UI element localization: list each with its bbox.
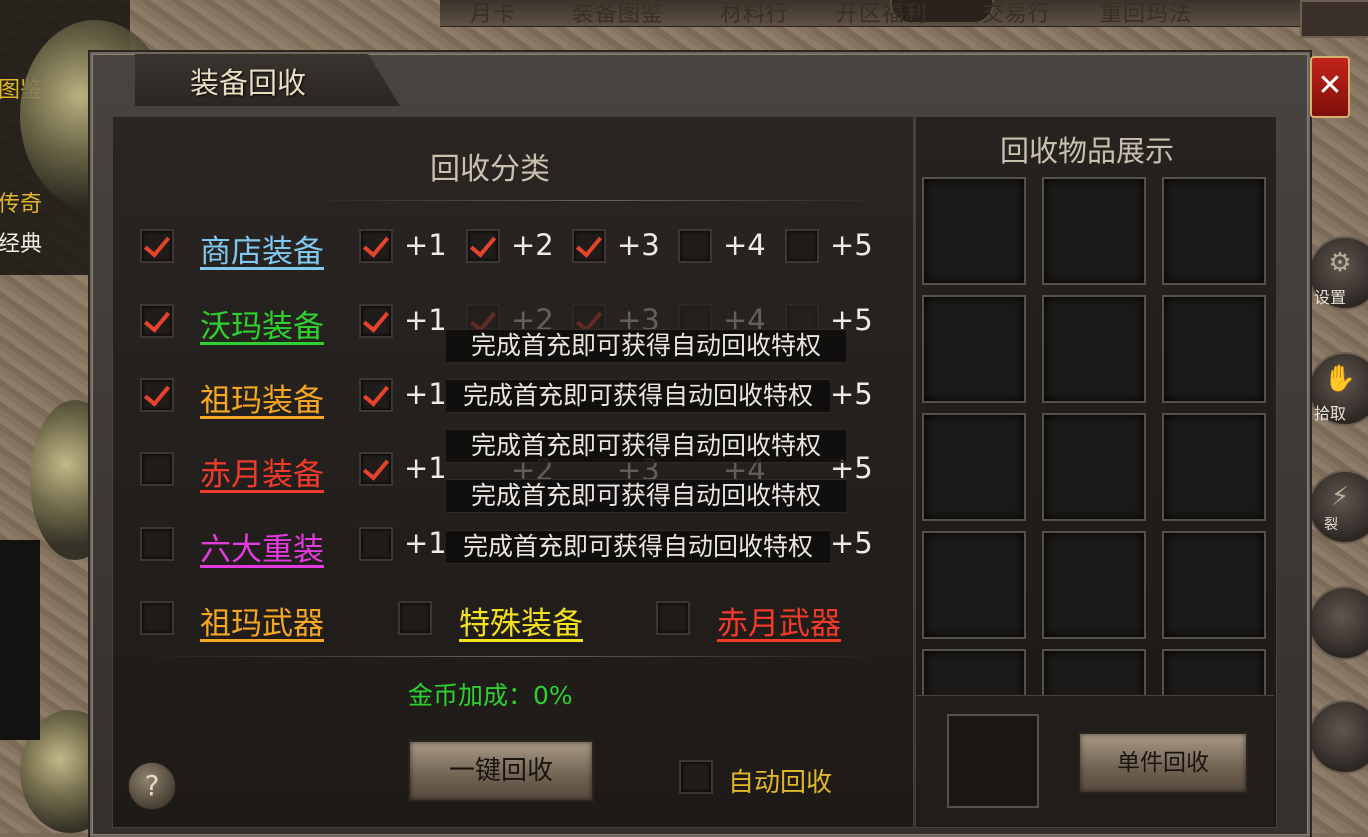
checkbox-zuma-equipment[interactable] (140, 378, 174, 412)
gold-bonus-text: 金币加成：0% (408, 681, 573, 710)
checkbox-woma-plus1[interactable] (359, 304, 393, 338)
pickup-label: 拾取 (1314, 404, 1347, 423)
top-nav-trading[interactable]: 交易行 (982, 0, 1051, 28)
label-shop-plus4: +4 (723, 228, 766, 262)
first-charge-tip-5: 完成首充即可获得自动回收特权 (446, 530, 830, 564)
checkbox-zuma-plus1[interactable] (359, 378, 393, 412)
checkbox-chiyue-weapon[interactable] (656, 601, 690, 635)
label-shop-plus3: +3 (617, 228, 660, 262)
options-divider (140, 656, 886, 657)
checkbox-chiyue-equipment[interactable] (140, 452, 174, 486)
top-nav-equipment-atlas[interactable]: 装备图鉴 (572, 0, 664, 28)
label-shop-plus5: +5 (830, 228, 873, 262)
checkbox-shop-equipment[interactable] (140, 229, 174, 263)
checkbox-zuma-weapon[interactable] (140, 601, 174, 635)
label-chiyue-plus1: +1 (404, 451, 447, 485)
checkbox-shop-plus4[interactable] (678, 229, 712, 263)
item-slot[interactable] (1162, 531, 1266, 639)
category-divider (300, 200, 890, 201)
close-button[interactable]: ✕ (1310, 56, 1350, 118)
label-zuma-weapon[interactable]: 祖玛武器 (200, 598, 324, 643)
label-shop-plus2: +2 (511, 228, 554, 262)
label-shop-equipment[interactable]: 商店装备 (200, 226, 324, 271)
label-shop-plus1: +1 (404, 228, 447, 262)
item-slot[interactable] (922, 295, 1026, 403)
left-panel-classic[interactable]: 经典 (0, 226, 42, 258)
item-slot[interactable] (1042, 177, 1146, 285)
selected-item-slot[interactable] (947, 714, 1039, 808)
settings-button[interactable]: ⚙ 设置 (1308, 236, 1368, 310)
item-slot[interactable] (922, 177, 1026, 285)
top-nav-bar: 月卡 装备图鉴 材料行 开区福利 交易行 重回玛法 (440, 0, 1300, 27)
label-six-heavy[interactable]: 六大重装 (200, 524, 324, 569)
settings-label: 设置 (1314, 288, 1347, 307)
checkbox-six-heavy-plus1[interactable] (359, 527, 393, 561)
first-charge-tip-3: 完成首充即可获得自动回收特权 (446, 429, 846, 463)
category-title: 回收分类 (430, 152, 550, 187)
label-chiyue-weapon[interactable]: 赤月武器 (717, 598, 841, 643)
checkbox-chiyue-plus1[interactable] (359, 452, 393, 486)
crack-icon: ⚡ (1330, 482, 1350, 512)
question-icon: ? (144, 769, 160, 802)
label-zuma-equipment[interactable]: 祖玛装备 (200, 375, 324, 420)
first-charge-tip-4: 完成首充即可获得自动回收特权 (446, 479, 846, 513)
hand-icon: ✋ (1323, 364, 1357, 394)
skill-label: 裂 (1324, 517, 1338, 533)
item-slot[interactable] (922, 531, 1026, 639)
close-icon: ✕ (1317, 68, 1343, 103)
top-nav-return-mafa[interactable]: 重回玛法 (1100, 0, 1192, 28)
left-panel-legend[interactable]: 传奇 (0, 186, 42, 218)
first-charge-tip-1: 完成首充即可获得自动回收特权 (446, 329, 846, 363)
label-woma-plus1: +1 (404, 303, 447, 337)
dialog-title: 装备回收 (190, 66, 307, 100)
label-woma-equipment[interactable]: 沃玛装备 (200, 301, 324, 346)
display-title: 回收物品展示 (1000, 134, 1175, 168)
checkbox-woma-equipment[interactable] (140, 304, 174, 338)
top-nav-server-benefits[interactable]: 开区福利 (836, 0, 928, 28)
auto-recycle-label[interactable]: 自动回收 (728, 762, 832, 799)
gear-icon: ⚙ (1328, 248, 1352, 278)
top-nav-monthly-card[interactable]: 月卡 (470, 0, 516, 28)
item-slot[interactable] (922, 413, 1026, 521)
item-slot[interactable] (1042, 295, 1146, 403)
item-slot[interactable] (1162, 295, 1266, 403)
label-zuma-plus1: +1 (404, 377, 447, 411)
checkbox-shop-plus1[interactable] (359, 229, 393, 263)
checkbox-shop-plus5[interactable] (785, 229, 819, 263)
label-six-heavy-plus1: +1 (404, 526, 447, 560)
top-right-button[interactable] (1300, 0, 1368, 38)
help-button[interactable]: ? (128, 762, 176, 810)
label-special-equipment[interactable]: 特殊装备 (459, 598, 583, 643)
top-nav-materials[interactable]: 材料行 (720, 0, 789, 28)
checkbox-auto-recycle[interactable] (679, 760, 713, 794)
item-slot[interactable] (1162, 413, 1266, 521)
first-charge-tip-2: 完成首充即可获得自动回收特权 (446, 379, 830, 413)
checkbox-shop-plus3[interactable] (572, 229, 606, 263)
label-chiyue-equipment[interactable]: 赤月装备 (200, 449, 324, 494)
pickup-button[interactable]: ✋ 拾取 (1308, 352, 1368, 426)
label-six-heavy-plus5: +5 (830, 526, 873, 560)
item-slot[interactable] (1162, 177, 1266, 285)
checkbox-special-equipment[interactable] (398, 601, 432, 635)
checkbox-six-heavy[interactable] (140, 527, 174, 561)
checkbox-shop-plus2[interactable] (466, 229, 500, 263)
label-zuma-plus5: +5 (830, 377, 873, 411)
single-recycle-button[interactable]: 单件回收 (1078, 732, 1248, 794)
item-slot[interactable] (1042, 531, 1146, 639)
item-slot[interactable] (1042, 413, 1146, 521)
one-key-recycle-button[interactable]: 一键回收 (408, 740, 594, 802)
left-shadow (0, 540, 40, 740)
